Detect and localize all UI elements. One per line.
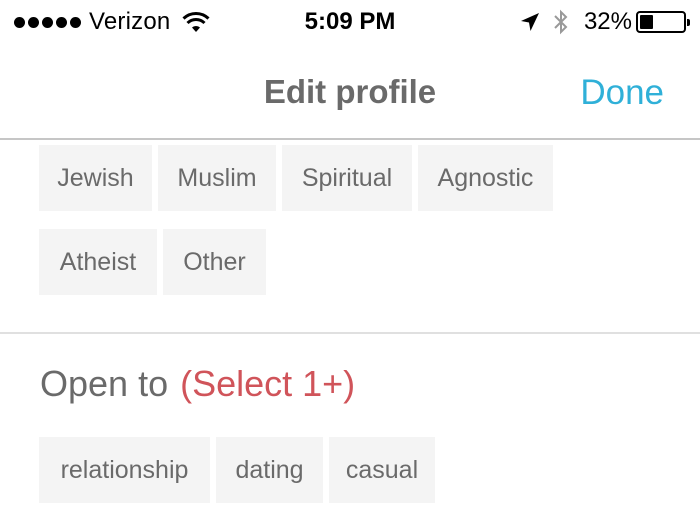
selection-requirement: (Select 1+) bbox=[180, 363, 356, 404]
location-arrow-icon bbox=[520, 13, 539, 31]
open-to-title: Open to bbox=[40, 363, 169, 404]
religion-chip-other[interactable]: Other bbox=[163, 229, 266, 295]
battery-icon bbox=[636, 11, 690, 33]
section-divider bbox=[0, 332, 700, 334]
open-to-chip-relationship[interactable]: relationship bbox=[39, 437, 210, 503]
religion-chip-atheist[interactable]: Atheist bbox=[39, 229, 157, 295]
open-to-chip-casual[interactable]: casual bbox=[329, 437, 435, 503]
religion-chip-muslim[interactable]: Muslim bbox=[158, 145, 276, 211]
bluetooth-icon bbox=[554, 9, 568, 35]
done-button[interactable]: Done bbox=[580, 73, 664, 113]
status-bar: Verizon 5:09 PM 32% bbox=[0, 0, 700, 44]
battery-percent: 32% bbox=[583, 8, 632, 35]
religion-chip-agnostic[interactable]: Agnostic bbox=[418, 145, 553, 211]
open-to-options: relationship dating casual bbox=[39, 437, 435, 503]
navigation-bar: Edit profile Done bbox=[0, 44, 700, 140]
religion-options-row-2: Atheist Other bbox=[39, 229, 266, 295]
religion-options-row-1: Jewish Muslim Spiritual Agnostic bbox=[39, 145, 553, 211]
open-to-chip-dating[interactable]: dating bbox=[216, 437, 323, 503]
religion-chip-jewish[interactable]: Jewish bbox=[39, 145, 152, 211]
religion-chip-spiritual[interactable]: Spiritual bbox=[282, 145, 412, 211]
open-to-heading: Open to (Select 1+) bbox=[40, 363, 355, 405]
